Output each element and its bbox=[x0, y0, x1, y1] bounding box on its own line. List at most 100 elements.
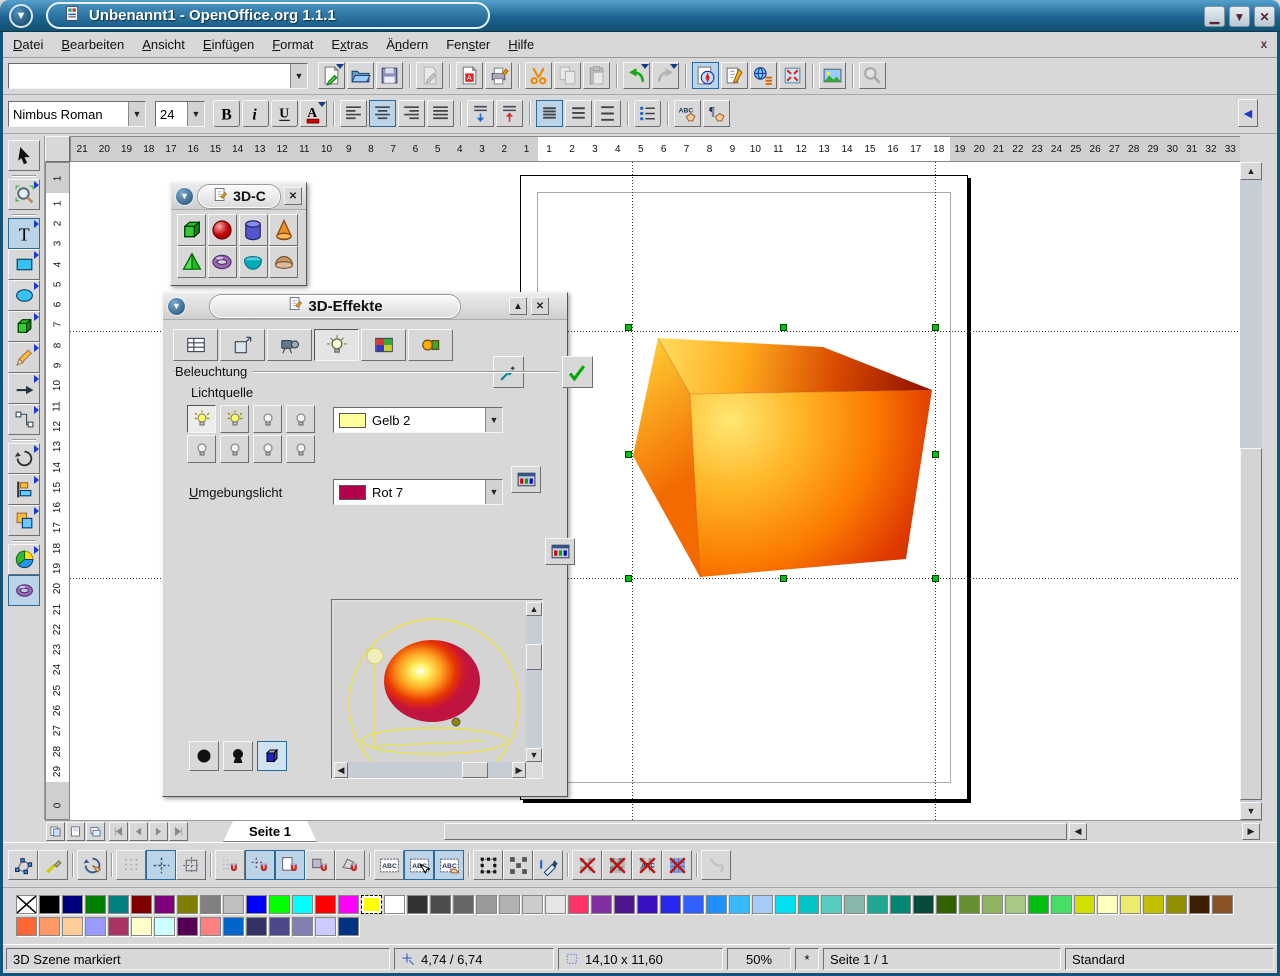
layer-view-normal-button[interactable] bbox=[46, 822, 65, 841]
color-swatch[interactable] bbox=[568, 895, 589, 914]
color-swatch[interactable] bbox=[177, 917, 198, 936]
opt-grid-button[interactable] bbox=[116, 850, 146, 880]
opt-abc-cursor-button[interactable]: ABC bbox=[404, 850, 434, 880]
shade-button[interactable]: ▼ bbox=[1229, 6, 1250, 27]
color-swatch[interactable] bbox=[913, 895, 934, 914]
flyout-arrow-icon[interactable] bbox=[34, 220, 39, 228]
color-swatch[interactable] bbox=[292, 917, 313, 936]
linespacing-15-button[interactable] bbox=[565, 100, 592, 127]
dropdown-arrow-icon[interactable] bbox=[641, 64, 649, 69]
opt-snapgrid-button[interactable] bbox=[215, 850, 245, 880]
color-swatch[interactable] bbox=[269, 895, 290, 914]
opt-snapsnap-button[interactable] bbox=[245, 850, 275, 880]
first-page-button[interactable] bbox=[109, 822, 128, 841]
align-tool-button[interactable] bbox=[8, 474, 40, 505]
underline-button[interactable]: U bbox=[271, 100, 298, 127]
shape-halfsphere-button[interactable] bbox=[269, 246, 298, 278]
previous-page-button[interactable] bbox=[129, 822, 148, 841]
color-swatch[interactable] bbox=[1143, 895, 1164, 914]
cut-scissors-button[interactable] bbox=[525, 62, 552, 89]
scroll-down-icon[interactable]: ▼ bbox=[1240, 802, 1262, 820]
preview-horizontal-scrollbar[interactable]: ◀ ▶ bbox=[334, 762, 526, 778]
color-swatch[interactable] bbox=[39, 895, 60, 914]
insert-graphics-button[interactable] bbox=[819, 62, 846, 89]
preview-vertical-scrollbar[interactable]: ▲ ▼ bbox=[526, 602, 542, 762]
scroll-left-icon[interactable]: ◀ bbox=[1069, 823, 1087, 840]
shape-pyramid-button[interactable] bbox=[177, 246, 206, 278]
menu-einfügen[interactable]: Einfügen bbox=[194, 32, 263, 58]
bullets-button[interactable] bbox=[634, 100, 661, 127]
menu-fenster[interactable]: Fenster bbox=[437, 32, 499, 58]
curve-tool-button[interactable] bbox=[8, 342, 40, 373]
window-menu-button[interactable]: ▼ bbox=[9, 4, 33, 28]
tab-geometry-button[interactable] bbox=[220, 329, 265, 361]
flyout-arrow-icon[interactable] bbox=[34, 313, 39, 321]
redo-button[interactable] bbox=[652, 62, 679, 89]
dialog-dock-icon[interactable]: ▲ bbox=[509, 297, 527, 315]
color-swatch[interactable] bbox=[959, 895, 980, 914]
menu-ändern[interactable]: Ändern bbox=[377, 32, 437, 58]
flyout-arrow-icon[interactable] bbox=[34, 251, 39, 259]
title-bar[interactable]: ▼ Unbenannt1 - OpenOffice.org 1.1.1 ▁ ▼ … bbox=[0, 0, 1280, 32]
color-swatch[interactable] bbox=[154, 917, 175, 936]
color-swatch[interactable] bbox=[1120, 895, 1141, 914]
light-source-7-button[interactable] bbox=[253, 435, 282, 463]
ruler-origin-box[interactable] bbox=[45, 136, 70, 162]
color-swatch[interactable] bbox=[890, 895, 911, 914]
color-swatch[interactable] bbox=[522, 895, 543, 914]
opt-snapmargin-button[interactable] bbox=[275, 850, 305, 880]
color-swatch[interactable] bbox=[637, 895, 658, 914]
layer-view-layer-button[interactable] bbox=[86, 822, 105, 841]
color-swatch[interactable] bbox=[223, 895, 244, 914]
align-right-button[interactable] bbox=[398, 100, 425, 127]
flyout-arrow-icon[interactable] bbox=[34, 344, 39, 352]
dialog-menu-button[interactable]: ▼ bbox=[167, 297, 186, 316]
opt-handles-large-button[interactable] bbox=[503, 850, 533, 880]
status-position[interactable]: 4,74 / 6,74 bbox=[394, 948, 554, 970]
shape-cylinder-button[interactable] bbox=[239, 214, 268, 246]
layer-view-master-button[interactable] bbox=[66, 822, 85, 841]
color-swatch[interactable] bbox=[1189, 895, 1210, 914]
flyout-arrow-icon[interactable] bbox=[34, 375, 39, 383]
font-size-dropdown-icon[interactable]: ▼ bbox=[187, 102, 204, 126]
opt-snappoints-button[interactable] bbox=[335, 850, 365, 880]
color-swatch-none[interactable] bbox=[16, 895, 37, 914]
status-style[interactable]: Standard bbox=[1065, 948, 1274, 970]
menu-format[interactable]: Format bbox=[263, 32, 322, 58]
spacing-inc-button[interactable] bbox=[467, 100, 494, 127]
horizontal-ruler[interactable]: 2120191817161514131211109876543211234567… bbox=[70, 136, 1240, 162]
color-swatch[interactable] bbox=[499, 895, 520, 914]
arrange-tool-button[interactable] bbox=[8, 505, 40, 536]
color-swatch[interactable] bbox=[660, 895, 681, 914]
color-swatch[interactable] bbox=[798, 895, 819, 914]
color-swatch[interactable] bbox=[85, 895, 106, 914]
color-swatch[interactable] bbox=[821, 895, 842, 914]
palette-menu-button[interactable]: ▼ bbox=[175, 187, 194, 206]
close-button[interactable]: ✕ bbox=[1254, 6, 1275, 27]
url-input[interactable] bbox=[9, 64, 290, 88]
selection-handle[interactable] bbox=[932, 324, 939, 331]
color-swatch[interactable] bbox=[108, 917, 129, 936]
text-tool-button[interactable]: T bbox=[8, 218, 40, 249]
last-page-button[interactable] bbox=[169, 822, 188, 841]
light-source-2-button[interactable] bbox=[220, 405, 249, 433]
color-swatch[interactable] bbox=[545, 895, 566, 914]
shape-sphere-button[interactable] bbox=[208, 214, 237, 246]
vertical-ruler[interactable]: 1123456789101112131415161718192021222324… bbox=[45, 162, 70, 820]
font-size-input[interactable] bbox=[156, 102, 187, 126]
menu-ansicht[interactable]: Ansicht bbox=[133, 32, 194, 58]
minimize-button[interactable]: ▁ bbox=[1204, 6, 1225, 27]
menu-hilfe[interactable]: Hilfe bbox=[499, 32, 543, 58]
color-swatch[interactable] bbox=[200, 917, 221, 936]
flyout-arrow-icon[interactable] bbox=[34, 445, 39, 453]
color-swatch[interactable] bbox=[269, 917, 290, 936]
color-swatch[interactable] bbox=[775, 895, 796, 914]
color-swatch[interactable] bbox=[729, 895, 750, 914]
italic-button[interactable]: i bbox=[242, 100, 269, 127]
next-page-button[interactable] bbox=[149, 822, 168, 841]
stylist-button[interactable] bbox=[721, 62, 748, 89]
page-tab-seite-1[interactable]: Seite 1 bbox=[223, 821, 317, 842]
color-swatch[interactable] bbox=[246, 917, 267, 936]
light-preview-scene[interactable] bbox=[334, 602, 526, 762]
navigator-compass-button[interactable] bbox=[692, 62, 719, 89]
